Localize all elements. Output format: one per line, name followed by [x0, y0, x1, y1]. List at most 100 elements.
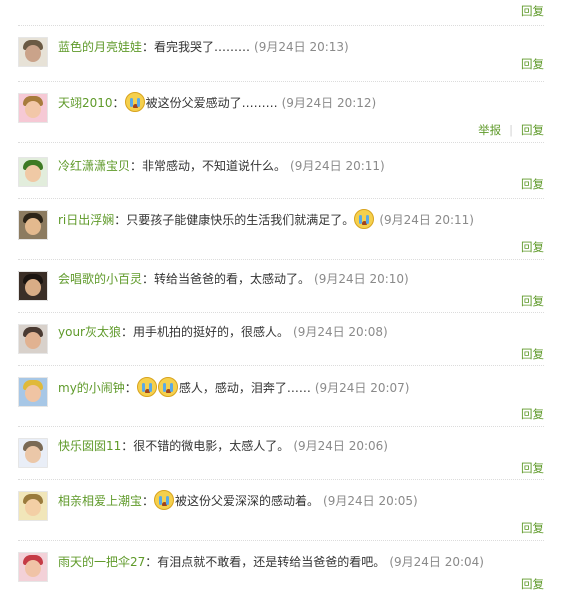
avatar-face — [25, 332, 41, 349]
comment-actions: 回复 — [521, 56, 544, 72]
comment-text: 只要孩子能健康快乐的生活我们就满足了。 — [126, 213, 355, 227]
comment-actions: 回复 — [521, 406, 544, 422]
reply-link[interactable]: 回复 — [521, 521, 544, 535]
reply-link[interactable]: 回复 — [521, 294, 544, 308]
comment-item: ri日出浮娴：只要孩子能健康快乐的生活我们就满足了。 (9月24日 20:11) 回… — [18, 198, 544, 259]
comment-actions: 回复 — [521, 520, 544, 536]
commenter-name[interactable]: 蓝色的月亮娃娃 — [58, 40, 142, 54]
comment-time: (9月24日 20:11) — [290, 159, 385, 173]
emoticon-mouth — [162, 502, 168, 506]
name-colon: ： — [142, 494, 155, 508]
comment-time: (9月24日 20:11) — [379, 213, 474, 227]
avatar-face — [25, 218, 41, 235]
crying-face-icon — [136, 377, 157, 397]
avatar[interactable] — [18, 491, 48, 521]
reply-link[interactable]: 回复 — [521, 3, 544, 19]
comment-line: 天翊2010： 被这份父爱感动了……… (9月24日 20:12) — [58, 92, 376, 113]
avatar-face — [25, 385, 41, 402]
name-colon: ： — [145, 555, 158, 569]
commenter-name[interactable]: 冷红潇潇宝贝 — [58, 159, 130, 173]
comment-time: (9月24日 20:06) — [293, 439, 388, 453]
comment-text: 很不错的微电影，太感人了。 — [133, 439, 290, 453]
commenter-name[interactable]: 天翊2010 — [58, 96, 113, 110]
crying-face-icon — [157, 377, 178, 397]
comment-actions: 举报 | 回复 — [478, 122, 544, 138]
comment-line: 雨天的一把伞27：有泪点就不敢看，还是转给当爸爸的看吧。 (9月24日 20:04… — [58, 552, 484, 572]
comment-line: 相亲相爱上潮宝： 被这份父爱深深的感动着。 (9月24日 20:05) — [58, 490, 418, 511]
reply-link[interactable]: 回复 — [521, 577, 544, 591]
commenter-name[interactable]: 快乐囡囡11 — [58, 439, 121, 453]
comment-item: 会唱歌的小百灵：转给当爸爸的看，太感动了。 (9月24日 20:10) 回复 — [18, 259, 544, 312]
comment-line: 快乐囡囡11：很不错的微电影，太感人了。 (9月24日 20:06) — [58, 436, 388, 456]
comment-line: ri日出浮娴：只要孩子能健康快乐的生活我们就满足了。 (9月24日 20:11) — [58, 209, 474, 230]
avatar[interactable] — [18, 377, 48, 407]
comment-actions: 回复 — [521, 460, 544, 476]
avatar[interactable] — [18, 157, 48, 187]
commenter-name[interactable]: 相亲相爱上潮宝 — [58, 494, 142, 508]
name-colon: ： — [120, 325, 133, 339]
avatar-face — [25, 279, 41, 296]
emoticon-mouth — [165, 389, 171, 393]
reply-link[interactable]: 回复 — [521, 240, 544, 254]
commenter-name[interactable]: your灰太狼 — [58, 325, 121, 339]
comment-actions: 回复 — [521, 176, 544, 192]
comment-text: 感人，感动，泪奔了…… — [178, 381, 311, 395]
reply-link[interactable]: 回复 — [521, 123, 544, 137]
comment-item: 蓝色的月亮娃娃：看完我哭了……… (9月24日 20:13) 回复 — [18, 25, 544, 81]
comment-item: 相亲相爱上潮宝： 被这份父爱深深的感动着。 (9月24日 20:05) 回复 — [18, 479, 544, 540]
avatar[interactable] — [18, 210, 48, 240]
avatar-face — [25, 446, 41, 463]
avatar[interactable] — [18, 271, 48, 301]
comment-text: 用手机拍的挺好的，很感人。 — [133, 325, 290, 339]
reply-link[interactable]: 回复 — [521, 347, 544, 361]
avatar-face — [25, 165, 41, 182]
reply-link[interactable]: 回复 — [521, 461, 544, 475]
reply-link[interactable]: 回复 — [521, 407, 544, 421]
comment-item: your灰太狼：用手机拍的挺好的，很感人。 (9月24日 20:08) 回复 — [18, 312, 544, 365]
comment-text: 转给当爸爸的看，太感动了。 — [154, 272, 311, 286]
comment-line: 蓝色的月亮娃娃：看完我哭了……… (9月24日 20:13) — [58, 37, 349, 57]
comment-text: 看完我哭了……… — [154, 40, 251, 54]
action-divider: | — [509, 123, 513, 137]
name-colon: ： — [130, 159, 143, 173]
reply-link[interactable]: 回复 — [521, 177, 544, 191]
comment-time: (9月24日 20:13) — [254, 40, 349, 54]
emoticon-mouth — [144, 389, 150, 393]
name-colon: ： — [114, 213, 127, 227]
name-colon: ： — [112, 96, 125, 110]
avatar[interactable] — [18, 552, 48, 582]
commenter-name[interactable]: my的小闹钟 — [58, 381, 125, 395]
comment-line: 会唱歌的小百灵：转给当爸爸的看，太感动了。 (9月24日 20:10) — [58, 269, 409, 289]
comment-line: 冷红潇潇宝贝：非常感动，不知道说什么。 (9月24日 20:11) — [58, 156, 385, 176]
comment-time: (9月24日 20:05) — [323, 494, 418, 508]
avatar-face — [25, 560, 41, 577]
crying-face-icon — [124, 92, 145, 112]
reply-link[interactable]: 回复 — [521, 57, 544, 71]
comment-list: 蓝色的月亮娃娃：看完我哭了……… (9月24日 20:13) 回复 天翊2010： 被这… — [18, 25, 544, 596]
comment-actions: 回复 — [521, 576, 544, 592]
report-link[interactable]: 举报 — [478, 123, 501, 137]
comment-time: (9月24日 20:08) — [293, 325, 388, 339]
avatar[interactable] — [18, 438, 48, 468]
avatar[interactable] — [18, 324, 48, 354]
emoticon-mouth — [132, 104, 138, 108]
comment-item: 天翊2010： 被这份父爱感动了……… (9月24日 20:12) 举报 | 回复 — [18, 81, 544, 142]
comment-line: your灰太狼：用手机拍的挺好的，很感人。 (9月24日 20:08) — [58, 322, 388, 342]
comment-actions: 回复 — [521, 346, 544, 362]
avatar[interactable] — [18, 93, 48, 123]
commenter-name[interactable]: 会唱歌的小百灵 — [58, 272, 142, 286]
comment-text: 被这份父爱深深的感动着。 — [175, 494, 320, 508]
avatar-face — [25, 101, 41, 118]
commenter-name[interactable]: ri日出浮娴 — [58, 213, 114, 227]
comment-time: (9月24日 20:12) — [281, 96, 377, 110]
comment-time: (9月24日 20:10) — [314, 272, 409, 286]
commenter-name[interactable]: 雨天的一把伞27 — [58, 555, 145, 569]
comment-time: (9月24日 20:07) — [314, 381, 410, 395]
emoticon-mouth — [362, 221, 368, 225]
comment-item: 雨天的一把伞27：有泪点就不敢看，还是转给当爸爸的看吧。 (9月24日 20:04… — [18, 540, 544, 596]
comment-text: 非常感动，不知道说什么。 — [142, 159, 287, 173]
avatar[interactable] — [18, 37, 48, 67]
name-colon: ： — [142, 40, 155, 54]
comment-text: 被这份父爱感动了……… — [145, 96, 278, 110]
comment-time: (9月24日 20:04) — [389, 555, 484, 569]
